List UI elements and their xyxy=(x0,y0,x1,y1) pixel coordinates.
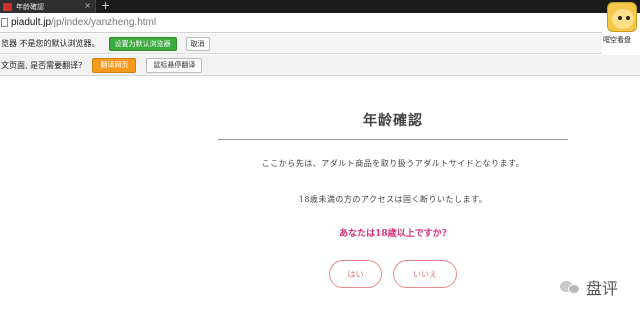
tab-bar: 年龄確認 × + xyxy=(0,0,640,13)
divider xyxy=(218,139,568,140)
translate-message: 文页面, 是否需要翻译? xyxy=(1,60,83,70)
tab-close-icon[interactable]: × xyxy=(84,1,91,11)
url-text[interactable]: piadult.jp/jp/index/yanzheng.html xyxy=(11,17,156,28)
translate-bar: 文页面, 是否需要翻译? 翻译网页 鼠标悬停翻译 xyxy=(0,55,640,76)
answer-group: はい いいえ xyxy=(329,260,457,288)
avatar-eye-icon xyxy=(618,16,622,20)
cancel-button[interactable]: 取消 xyxy=(185,36,210,51)
age-restriction-text: 18歳未満の方のアクセスは固く断りいたします。 xyxy=(298,195,488,204)
watermark-text: 盘评 xyxy=(586,279,619,298)
browser-tab[interactable]: 年龄確認 × xyxy=(0,0,96,13)
age-verification-panel: 年龄確認 ここから先は、アダルト商品を取り扱うアダルトサイドとなります。 18歳… xyxy=(218,110,568,288)
watermark: 盘评 xyxy=(560,275,618,299)
yes-button[interactable]: はい xyxy=(329,260,382,288)
wechat-icon xyxy=(560,279,582,295)
set-default-button[interactable]: 设置为默认浏览器 xyxy=(108,36,177,51)
new-tab-button[interactable]: + xyxy=(101,0,110,12)
page-icon xyxy=(1,18,8,27)
url-host: piadult.jp xyxy=(11,17,52,28)
default-browser-bar: 览器 不是您的默认浏览器。 设置为默认浏览器 取消 xyxy=(0,34,602,54)
page-title: 年龄確認 xyxy=(363,113,423,129)
user-avatar[interactable] xyxy=(607,2,637,32)
avatar-caption: 哐空看盘 xyxy=(603,36,631,44)
no-button[interactable]: いいえ xyxy=(393,260,457,288)
notice-text: ここから先は、アダルト商品を取り扱うアダルトサイドとなります。 xyxy=(261,159,525,168)
age-question: あなたは18歳以上ですか? xyxy=(339,229,447,239)
default-browser-message: 览器 不是您的默认浏览器。 xyxy=(1,39,100,48)
hover-translate-button[interactable]: 鼠标悬停翻译 xyxy=(146,57,203,73)
avatar-face-icon xyxy=(612,9,634,29)
avatar-eye-icon xyxy=(626,16,630,20)
address-bar[interactable]: piadult.jp/jp/index/yanzheng.html xyxy=(0,13,602,33)
translate-button[interactable]: 翻译网页 xyxy=(92,57,137,73)
site-favicon-icon xyxy=(3,2,12,11)
tab-title: 年龄確認 xyxy=(16,2,44,11)
url-path: /jp/index/yanzheng.html xyxy=(51,17,157,28)
